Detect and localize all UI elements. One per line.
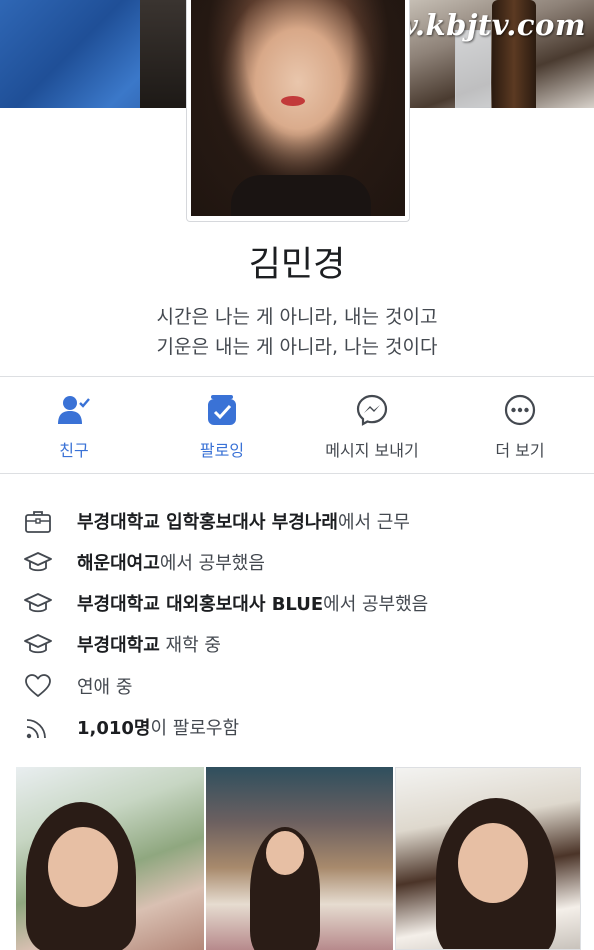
graduation-cap-icon [24,548,52,576]
photo-thumbnail-1[interactable] [16,767,204,950]
bio-line-1: 시간은 나는 게 아니라, 내는 것이고 [156,306,438,328]
more-button[interactable]: 더 보기 [446,393,594,461]
following-button[interactable]: 팔로잉 [148,393,296,461]
photo-thumbnail-2[interactable] [206,767,393,950]
bio-line-2: 기운은 내는 게 아니라, 나는 것이다 [156,336,438,358]
graduation-cap-icon [24,589,52,617]
follower-count[interactable]: 1,010명 [77,718,151,739]
friend-button[interactable]: 친구 [0,393,148,461]
info-suffix: 이 팔로우함 [150,718,240,739]
feed-icon [24,713,52,741]
school-name[interactable]: 부경대학교 대외홍보대사 BLUE [77,594,323,615]
info-row-school-1[interactable]: 해운대여고에서 공부했음 [24,547,265,577]
profile-picture[interactable] [186,0,410,222]
send-message-label: 메시지 보내기 [325,441,419,460]
profile-name: 김민경 [248,245,346,285]
shirt-shape [231,175,371,216]
info-row-school-2[interactable]: 부경대학교 대외홍보대사 BLUE에서 공부했음 [24,588,428,618]
cover-left-image [0,0,200,108]
divider-top [0,376,594,377]
heart-icon [24,672,52,700]
graduation-cap-icon [24,630,52,658]
info-suffix: 에서 공부했음 [159,553,265,574]
following-check-icon [205,393,239,427]
info-text-school-3: 부경대학교 재학 중 [77,631,221,657]
friend-label: 친구 [59,441,89,460]
school-name[interactable]: 부경대학교 [77,635,160,656]
info-text-followers: 1,010명이 팔로우함 [77,714,239,740]
info-text-work: 부경대학교 입학홍보대사 부경나래에서 근무 [77,508,410,534]
info-text-school-2: 부경대학교 대외홍보대사 BLUE에서 공부했음 [77,590,428,616]
following-label: 팔로잉 [199,441,245,460]
info-row-work[interactable]: 부경대학교 입학홍보대사 부경나래에서 근무 [24,506,410,536]
info-row-relationship: 연애 중 [24,671,132,701]
more-dots-icon [503,393,537,427]
photo-face [48,827,118,907]
info-text-school-1: 해운대여고에서 공부했음 [77,549,265,575]
profile-photo [191,0,405,216]
divider-actions [0,473,594,474]
friend-check-icon [57,393,91,427]
workplace-name[interactable]: 부경대학교 입학홍보대사 부경나래 [77,512,338,533]
info-suffix: 에서 근무 [337,512,410,533]
photo-face [458,823,528,903]
info-suffix: 재학 중 [159,635,221,656]
more-label: 더 보기 [495,441,545,460]
relationship-status: 연애 중 [77,677,133,698]
info-text-relationship: 연애 중 [77,673,132,699]
briefcase-icon [24,507,52,535]
lips-shape [281,96,305,106]
info-row-school-3[interactable]: 부경대학교 재학 중 [24,629,221,659]
photo-thumbnail-3[interactable] [395,767,581,950]
school-name[interactable]: 해운대여고 [77,553,160,574]
messenger-icon [355,393,389,427]
photo-face [266,831,304,875]
info-row-followers[interactable]: 1,010명이 팔로우함 [24,712,239,742]
info-suffix: 에서 공부했음 [323,594,429,615]
send-message-button[interactable]: 메시지 보내기 [298,393,446,461]
